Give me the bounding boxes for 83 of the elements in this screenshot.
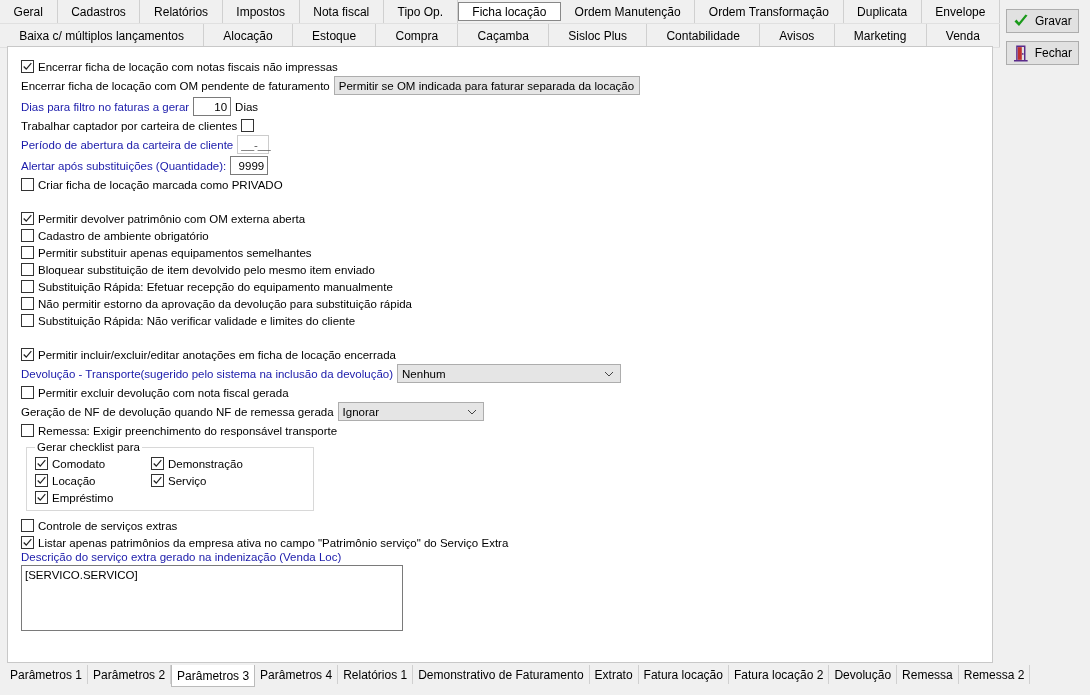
checkbox-label: Substituição Rápida: Efetuar recepção do equipamento manualmente: [38, 280, 393, 293]
tab[interactable]: Relatórios 1: [338, 665, 414, 684]
tab[interactable]: Ordem Transformação: [695, 0, 844, 23]
checkbox-label: Empréstimo: [52, 491, 114, 504]
tab[interactable]: Devolução: [829, 665, 898, 684]
caret-icon: [466, 408, 477, 415]
checkbox-label: Criar ficha de locação marcada como PRIVADO: [38, 178, 283, 191]
text-area[interactable]: [SERVICO.SERVICO]: [21, 565, 403, 631]
checkbox[interactable]: [21, 536, 34, 549]
tab[interactable]: Duplicata: [843, 0, 922, 23]
tab[interactable]: Fatura locação 2: [729, 665, 830, 684]
field-label: Devolução - Transporte(sugerido pelo sistema na inclusão da devolução): [21, 367, 394, 380]
checkbox[interactable]: [21, 297, 34, 310]
tab[interactable]: Ficha locação: [457, 2, 561, 21]
checkbox[interactable]: [21, 348, 34, 361]
checkbox-label: Substituição Rápida: Não verificar validade e limites do cliente: [38, 314, 356, 327]
tab[interactable]: Ordem Manutenção: [560, 0, 696, 23]
field-label: Encerrar ficha de locação com OM pendente de faturamento: [21, 79, 330, 92]
input-field[interactable]: __-__: [237, 135, 270, 154]
tab[interactable]: Remessa: [897, 665, 959, 684]
caret-icon: [604, 370, 615, 377]
tab[interactable]: Parâmetros 3: [171, 665, 256, 687]
checkbox-label: Controle de serviços extras: [38, 519, 178, 532]
tab[interactable]: Extrato: [589, 665, 639, 684]
checkbox[interactable]: [21, 60, 34, 73]
checkbox[interactable]: [21, 212, 34, 225]
field-label: Alertar após substituições (Quantidade):: [21, 159, 227, 172]
tab[interactable]: Cadastros: [57, 0, 141, 23]
save-button[interactable]: Gravar: [1006, 9, 1079, 33]
checkbox-label: Permitir incluir/excluir/editar anotações em ficha de locação encerrada: [38, 348, 396, 361]
tab[interactable]: Nota fiscal: [299, 0, 384, 23]
unit-label: Dias: [235, 100, 259, 113]
tab[interactable]: Parâmetros 1: [5, 665, 89, 684]
tab[interactable]: Relatórios: [140, 0, 223, 23]
input-field[interactable]: 9999: [230, 156, 269, 175]
checkbox[interactable]: [21, 424, 34, 437]
group-title: Gerar checklist para: [36, 441, 141, 453]
checkbox-label: Encerrar ficha de locação com notas fiscais não impressas: [38, 60, 338, 73]
checkbox[interactable]: [35, 457, 48, 470]
checkbox[interactable]: [21, 280, 34, 293]
checkbox-label: Cadastro de ambiente obrigatório: [38, 229, 209, 242]
checkbox-label: Listar apenas patrimônios da empresa ativa no campo "Patrimônio serviço" do Serviço Extra: [38, 536, 509, 549]
tab[interactable]: Envelope: [921, 0, 1000, 23]
dropdown[interactable]: Permitir se OM indicada para faturar separada da locação: [333, 76, 640, 95]
checkbox-label: Permitir substituir apenas equipamentos semelhantes: [38, 246, 312, 259]
checkbox[interactable]: [21, 314, 34, 327]
close-button[interactable]: Fechar: [1006, 41, 1079, 65]
checkbox-label: Permitir devolver patrimônio com OM externa aberta: [38, 212, 306, 225]
checkbox[interactable]: [21, 263, 34, 276]
checkbox[interactable]: [151, 457, 164, 470]
dropdown[interactable]: Nenhum: [397, 364, 622, 383]
checkbox-label: Demonstração: [168, 457, 243, 470]
tab[interactable]: Demonstrativo de Faturamento: [413, 665, 590, 684]
checkbox-label: Locação: [52, 474, 96, 487]
checkbox[interactable]: [21, 246, 34, 259]
checkbox-label: Permitir excluir devolução com nota fiscal gerada: [38, 386, 289, 399]
field-label: Descrição do serviço extra gerado na indenização (Venda Loc): [21, 551, 343, 563]
checkbox-label: Bloquear substituição de item devolvido pelo mesmo item enviado: [38, 263, 375, 276]
checkbox[interactable]: [241, 119, 255, 132]
field-label: Dias para filtro no faturas a gerar: [21, 100, 190, 113]
door-icon: [1013, 44, 1029, 62]
checkbox[interactable]: [21, 229, 34, 242]
tab[interactable]: Fatura locação: [638, 665, 729, 684]
input-field[interactable]: 10: [193, 97, 232, 116]
checkbox[interactable]: [21, 178, 34, 191]
checkbox-label: Remessa: Exigir preenchimento do responsável transporte: [38, 424, 338, 437]
checkbox[interactable]: [35, 491, 48, 504]
tab[interactable]: Tipo Op.: [383, 0, 458, 23]
field-label: Geração de NF de devolução quando NF de remessa gerada: [21, 405, 334, 418]
checkbox[interactable]: [21, 386, 34, 399]
checkbox[interactable]: [35, 474, 48, 487]
checkbox-label: Comodato: [52, 457, 106, 470]
field-label: Período de abertura da carteira de cliente: [21, 138, 234, 151]
checkbox-label: Não permitir estorno da aprovação da devolução para substituição rápida: [38, 297, 412, 310]
tab[interactable]: Geral: [0, 0, 58, 23]
dropdown[interactable]: Ignorar: [337, 402, 484, 421]
tab[interactable]: Impostos: [222, 0, 300, 23]
tab[interactable]: Parâmetros 4: [255, 665, 339, 684]
checkbox[interactable]: [21, 519, 34, 532]
checkbox[interactable]: [151, 474, 164, 487]
tab[interactable]: Remessa 2: [958, 665, 1031, 684]
checkbox-label: Trabalhar captador por carteira de clientes: [21, 119, 238, 132]
checkbox-label: Serviço: [168, 474, 207, 487]
